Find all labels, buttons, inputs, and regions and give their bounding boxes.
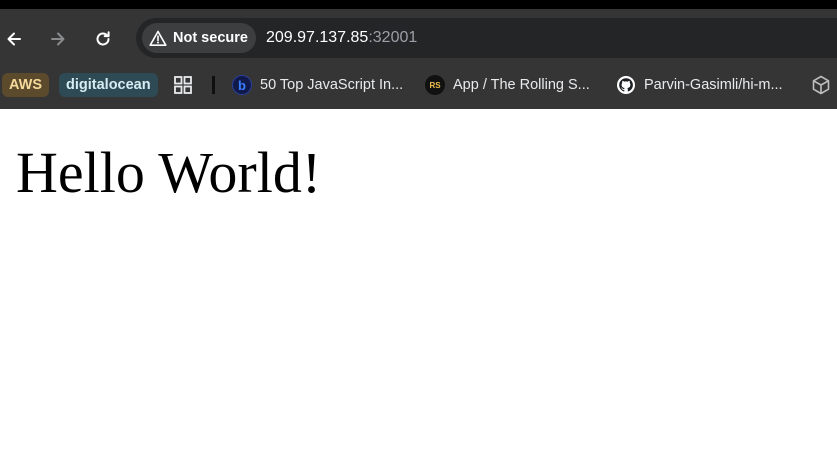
page-heading: Hello World! [16, 140, 322, 205]
window-top-strip [0, 0, 837, 9]
reload-button[interactable] [87, 23, 119, 55]
apps-grid-button[interactable] [172, 74, 194, 96]
bookmark-favicon: RS [425, 75, 445, 95]
security-label: Not secure [173, 30, 248, 46]
bookmark-label: digitalocean [59, 73, 158, 97]
forward-button[interactable] [42, 23, 74, 55]
browser-toolbar: Not secure 209.97.137.85:32001 [0, 9, 837, 68]
bookmark-rolling-scopes[interactable]: RS App / The Rolling S... [425, 72, 590, 98]
bookmark-label: 50 Top JavaScript In... [260, 77, 404, 93]
back-button[interactable] [0, 23, 30, 55]
url-host: 209.97.137.85 [266, 29, 369, 46]
bookmark-extension[interactable] [810, 74, 832, 96]
github-icon [616, 75, 636, 95]
arrow-left-icon [7, 32, 21, 46]
reload-icon [96, 31, 110, 46]
bookmark-javascript[interactable]: b 50 Top JavaScript In... [232, 72, 403, 98]
bookmark-label: Parvin-Gasimli/hi-m... [644, 77, 783, 93]
cube-icon [812, 75, 830, 95]
bookmark-github[interactable]: Parvin-Gasimli/hi-m... [616, 72, 783, 98]
security-indicator[interactable]: Not secure [142, 23, 256, 53]
url-text[interactable]: 209.97.137.85:32001 [266, 18, 417, 58]
bookmarks-divider [212, 76, 215, 94]
arrow-right-icon [51, 32, 65, 46]
bookmark-label: AWS [2, 73, 50, 97]
bookmark-aws[interactable]: AWS [2, 72, 50, 98]
warning-triangle-icon [149, 30, 167, 46]
bookmarks-bar: AWS digitalocean b 50 Top JavaScript In.… [0, 68, 837, 109]
bookmark-favicon: b [232, 75, 252, 95]
bookmark-digitalocean[interactable]: digitalocean [59, 72, 158, 98]
apps-grid-icon [174, 76, 192, 94]
address-bar[interactable]: Not secure 209.97.137.85:32001 [136, 18, 837, 58]
page-content: Hello World! [0, 109, 837, 468]
url-port: :32001 [368, 29, 418, 46]
bookmark-label: App / The Rolling S... [453, 77, 590, 93]
